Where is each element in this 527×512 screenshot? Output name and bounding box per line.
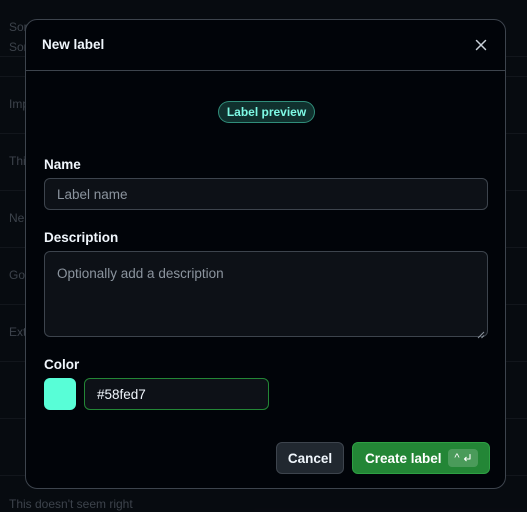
close-icon: [475, 39, 487, 51]
name-label: Name: [44, 157, 81, 172]
color-hex-input[interactable]: [84, 378, 269, 410]
resize-grip-icon[interactable]: [477, 331, 485, 339]
label-preview-badge: Label preview: [217, 101, 316, 123]
new-label-dialog: New label Label preview Name Description…: [25, 19, 506, 489]
label-preview-area: Label preview: [26, 101, 507, 123]
create-label-button-label: Create label: [365, 450, 442, 466]
color-swatch-button[interactable]: [44, 378, 76, 410]
ctrl-key-glyph: ^: [454, 452, 460, 464]
dialog-header: New label: [26, 20, 505, 71]
label-name-input[interactable]: [44, 178, 488, 210]
create-label-button[interactable]: Create label ^: [352, 442, 490, 474]
cancel-button[interactable]: Cancel: [276, 442, 344, 474]
description-textarea[interactable]: [44, 251, 488, 337]
enter-icon: [463, 453, 471, 462]
close-button[interactable]: [469, 33, 493, 57]
color-label: Color: [44, 357, 80, 372]
cancel-button-label: Cancel: [287, 450, 333, 466]
dialog-title: New label: [42, 37, 105, 52]
description-label: Description: [44, 230, 119, 245]
keyboard-shortcut-hint: ^: [448, 449, 478, 467]
